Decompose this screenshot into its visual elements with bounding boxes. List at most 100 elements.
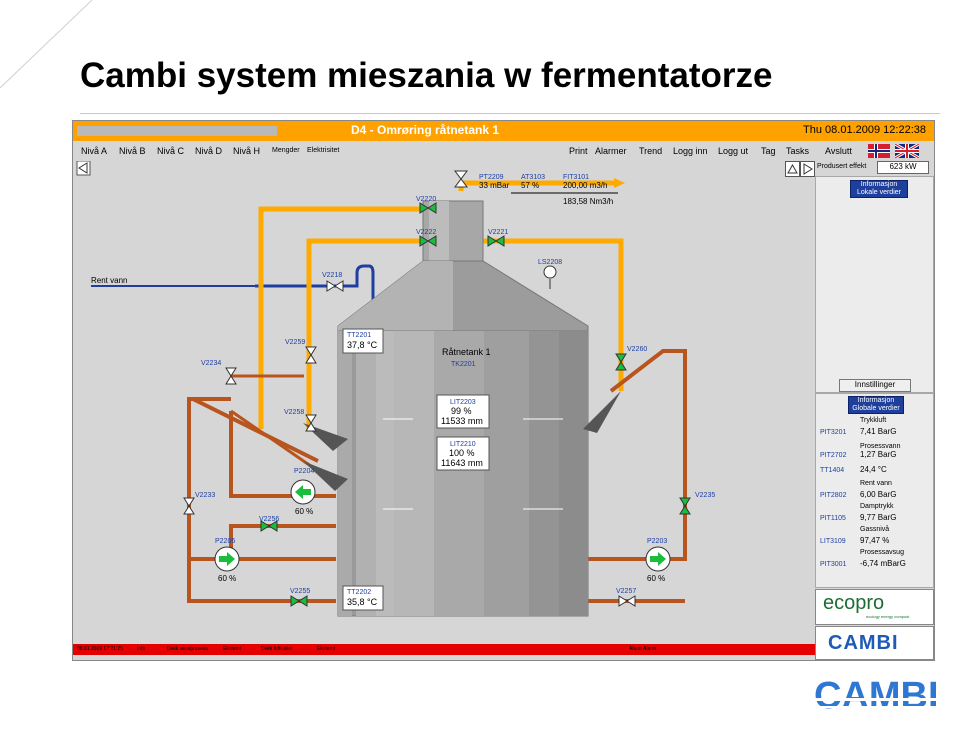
pump-p2205-icon[interactable] <box>214 546 240 572</box>
produced-power-label: Produsert effekt <box>817 163 867 170</box>
valve-v2257-icon[interactable] <box>618 595 636 607</box>
global-values-panel: Informasjon Globale verdier Trykkluft PI… <box>815 393 934 588</box>
svg-text:TT2202: TT2202 <box>347 589 371 596</box>
valve-v2221-icon[interactable] <box>487 235 505 247</box>
logo-stripe-2 <box>812 706 952 708</box>
pump-p2203-tag: P2203 <box>647 538 667 545</box>
menu-item-tag[interactable]: Tag <box>761 146 776 156</box>
status-msg-2: Ekstemt <box>223 646 242 652</box>
global-tag-tt1404: TT1404 <box>820 467 845 474</box>
menu-item-mengder[interactable]: Mengder <box>272 147 300 154</box>
svg-text:LIT2210: LIT2210 <box>450 441 476 448</box>
right-panel: Produsert effekt 623 kW Informasjon Loka… <box>785 161 934 660</box>
process-diagram: Rent vann LS2208 PT2209 33 mBar AT3103 5… <box>76 160 715 617</box>
settings-button[interactable]: Innstillinger <box>839 379 911 392</box>
status-msg-3: Dekk luftkjøler <box>261 646 293 652</box>
valve-v2255-icon[interactable] <box>290 595 308 607</box>
scada-screen: D4 - Omrøring råtnetank 1 Thu 08.01.2009… <box>72 120 935 661</box>
status-msg-1: Dekk semiprosess <box>167 646 208 652</box>
menu-item-niva-b[interactable]: Nivå B <box>119 146 146 156</box>
global-tag-pit2802: PIT2802 <box>820 492 847 499</box>
produced-power-value: 623 kW <box>877 161 929 174</box>
nav-up-icon[interactable] <box>785 161 800 177</box>
global-tag-pit3001: PIT3001 <box>820 561 847 568</box>
back-arrow-icon[interactable] <box>76 160 91 176</box>
status-msg-5: Alarm Alarm <box>629 646 657 652</box>
title-divider <box>80 113 940 114</box>
svg-text:35,8 °C: 35,8 °C <box>347 597 378 607</box>
valve-v2222-tag: V2222 <box>416 229 436 236</box>
valve-v2256-tag: V2256 <box>259 516 279 523</box>
menu-item-niva-c[interactable]: Nivå C <box>157 146 184 156</box>
valve-v2233-tag: V2233 <box>195 492 215 499</box>
menu-item-alarmer[interactable]: Alarmer <box>595 146 627 156</box>
menu-item-elektrisitet[interactable]: Elektrisitet <box>307 147 339 154</box>
valve-v2260-icon[interactable] <box>615 353 627 371</box>
global-value-pit3001: -6,74 mBarG <box>860 559 906 568</box>
global-tag-pit3201: PIT3201 <box>820 429 847 436</box>
info-global-button[interactable]: Informasjon Globale verdier <box>848 396 904 414</box>
alarm-status-bar[interactable]: 08.01.2009 12:21:25 Info Dekk semiproses… <box>73 644 815 655</box>
pump-p2204-tag: P2204 <box>294 468 314 475</box>
ls2208-tag: LS2208 <box>538 259 562 266</box>
top-valve-icon[interactable] <box>454 170 468 188</box>
global-value-pit2802: 6,00 BarG <box>860 490 897 499</box>
valve-v2233-icon[interactable] <box>183 497 195 515</box>
status-timestamp: 08.01.2009 12:21:25 <box>77 646 123 652</box>
menu-item-niva-h[interactable]: Nivå H <box>233 146 260 156</box>
slide-title: Cambi system mieszania w fermentatorze <box>80 56 773 95</box>
pump-p2204-value: 60 % <box>295 507 313 516</box>
header-datetime: Thu 08.01.2009 12:22:38 <box>803 124 926 136</box>
lit2210-readout[interactable]: LIT2210 100 % 11643 mm <box>436 436 490 471</box>
global-value-tt1404: 24,4 °C <box>860 465 887 474</box>
menu-item-niva-d[interactable]: Nivå D <box>195 146 222 156</box>
pt2209-value: 33 mBar <box>479 181 510 190</box>
flow-nm3-value: 183,58 Nm3/h <box>563 197 613 206</box>
info-global-line-1: Informasjon <box>857 397 895 404</box>
ecopro-logo: ecopro ecology energy compost <box>815 589 934 625</box>
menu-item-print[interactable]: Print <box>569 146 588 156</box>
info-local-line-1: Informasjon <box>860 181 898 188</box>
pump-p2205-value: 60 % <box>218 574 236 583</box>
global-value-lit3109: 97,47 % <box>860 536 890 545</box>
global-tag-pit2702: PIT2702 <box>820 452 847 459</box>
menu-item-logg-inn[interactable]: Logg inn <box>673 146 708 156</box>
menu-item-logg-ut[interactable]: Logg ut <box>718 146 748 156</box>
gas-outlet-arrow-icon <box>614 178 625 188</box>
valve-v2255-tag: V2255 <box>290 588 310 595</box>
svg-text:100 %: 100 % <box>449 448 475 458</box>
lit2203-readout[interactable]: LIT2203 99 % 11533 mm <box>436 394 490 429</box>
norway-flag-icon[interactable] <box>868 144 890 158</box>
valve-v2234-tag: V2234 <box>201 360 221 367</box>
uk-flag-icon[interactable] <box>895 144 919 158</box>
at3103-value: 57 % <box>521 181 539 190</box>
menu-item-niva-a[interactable]: Nivå A <box>81 146 107 156</box>
info-local-button[interactable]: Informasjon Lokale verdier <box>850 180 908 198</box>
valve-v2260-tag: V2260 <box>627 346 647 353</box>
ecopro-tagline: ecology energy compost <box>866 614 910 619</box>
cambi-side-logo: CAMBI <box>815 626 934 660</box>
pump-p2204-icon[interactable] <box>290 479 316 505</box>
valve-v2259-tag: V2259 <box>285 339 305 346</box>
valve-v2218-icon[interactable] <box>326 280 344 292</box>
menu-item-avslutt[interactable]: Avslutt <box>825 146 852 156</box>
global-name-damptrykk: Damptrykk <box>860 503 894 510</box>
local-values-panel: Informasjon Lokale verdier <box>815 176 934 393</box>
pump-p2203-icon[interactable] <box>645 546 671 572</box>
at3103-tag: AT3103 <box>521 174 545 181</box>
svg-text:TT2201: TT2201 <box>347 332 371 339</box>
tt2202-readout[interactable]: TT2202 35,8 °C <box>342 585 384 611</box>
logo-stripe-1 <box>812 698 952 701</box>
circ-pipe-right <box>583 349 687 561</box>
menu-bar: Nivå A Nivå B Nivå C Nivå D Nivå H Mengd… <box>73 143 934 160</box>
tank-name: Råtnetank 1 <box>442 347 491 357</box>
water-inlet-pipe <box>255 264 375 301</box>
level-switch-icon[interactable] <box>543 265 557 279</box>
menu-item-tasks[interactable]: Tasks <box>786 146 809 156</box>
tt2201-readout[interactable]: TT2201 37,8 °C <box>342 328 384 354</box>
nav-forward-icon[interactable] <box>800 161 815 177</box>
decorative-corner-line <box>0 0 93 89</box>
svg-text:37,8 °C: 37,8 °C <box>347 340 378 350</box>
valve-v2235-icon[interactable] <box>679 497 691 515</box>
menu-item-trend[interactable]: Trend <box>639 146 662 156</box>
